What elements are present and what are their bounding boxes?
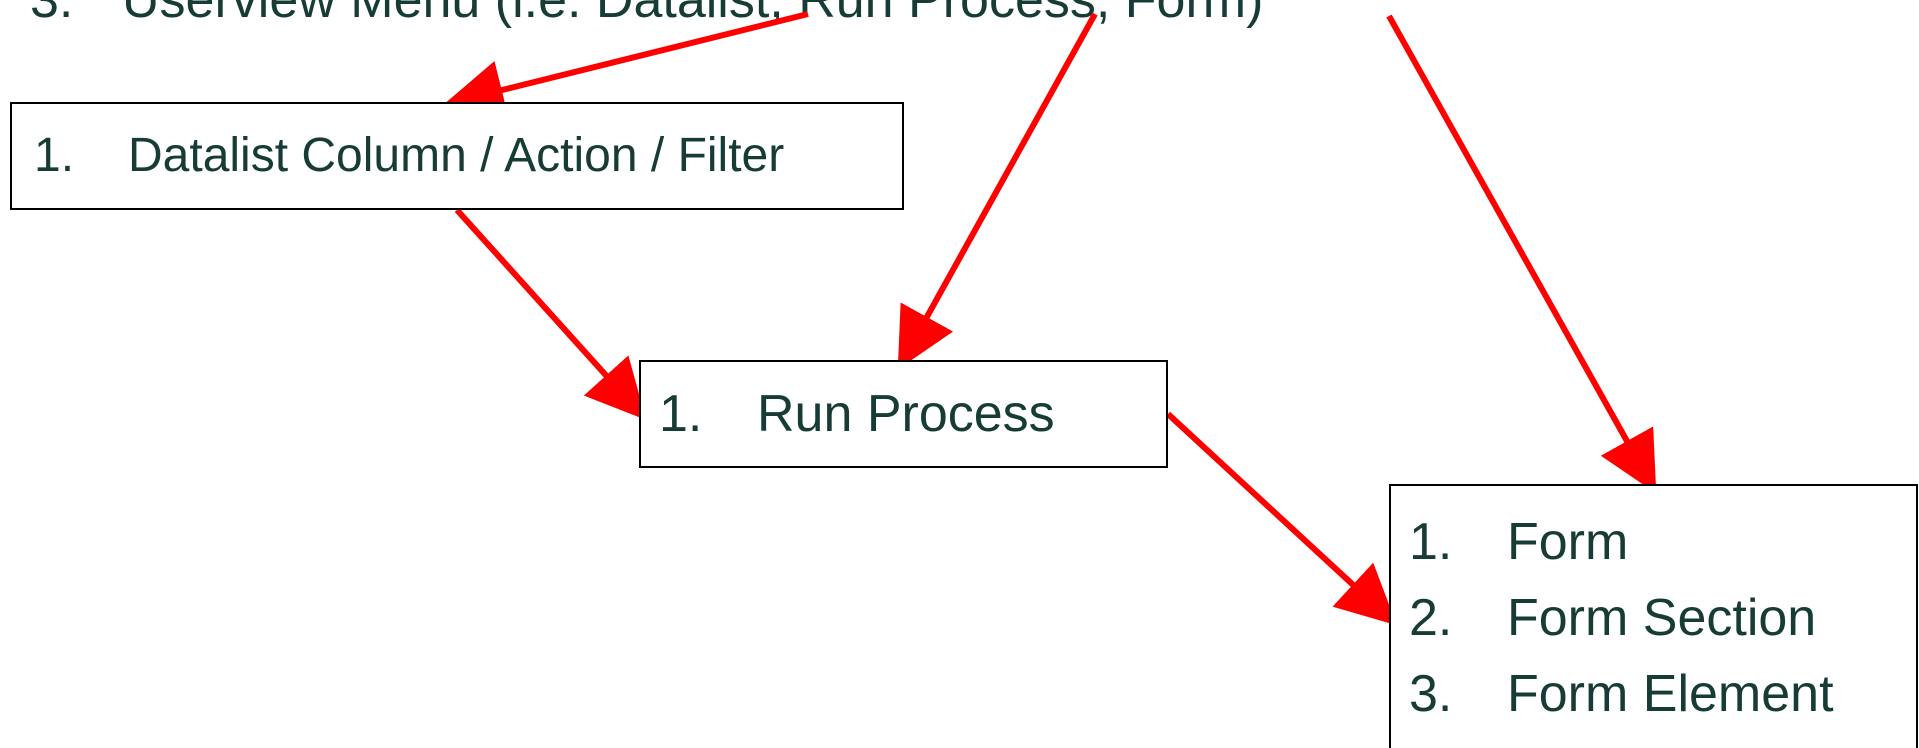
- item-index: 3.: [1409, 665, 1453, 723]
- userview-menu-heading: 3. Userview Menu (i.e. Datalist, Run Pro…: [30, 0, 1580, 30]
- form-box: 1. Form 2. Form Section 3. Form Element: [1389, 484, 1918, 748]
- form-section-item: 2. Form Section: [1409, 580, 1916, 656]
- item-label: Datalist Column / Action / Filter: [128, 129, 785, 182]
- item-index: 1.: [1409, 513, 1453, 571]
- run-process-box: 1. Run Process: [639, 360, 1168, 468]
- item-index: 2.: [1409, 589, 1453, 647]
- item-index: 1.: [34, 129, 75, 182]
- heading-number: 3.: [30, 0, 74, 29]
- datalist-item: 1. Datalist Column / Action / Filter: [34, 128, 784, 184]
- datalist-box: 1. Datalist Column / Action / Filter: [10, 102, 904, 210]
- item-index: 1.: [659, 385, 703, 443]
- item-label: Form Element: [1507, 665, 1834, 723]
- form-element-item: 3. Form Element: [1409, 656, 1916, 732]
- arrow-run-process-to-form: [1165, 411, 1397, 626]
- arrow-menu-to-run-process: [897, 12, 1098, 370]
- arrow-datalist-to-run-process: [454, 207, 647, 421]
- item-label: Form: [1507, 513, 1629, 571]
- item-label: Run Process: [757, 385, 1055, 443]
- item-label: Form Section: [1507, 589, 1817, 647]
- arrow-menu-to-form: [1386, 14, 1657, 494]
- run-process-item: 1. Run Process: [659, 384, 1055, 444]
- form-item: 1. Form: [1409, 504, 1916, 580]
- heading-text: Userview Menu (i.e. Datalist, Run Proces…: [122, 0, 1264, 29]
